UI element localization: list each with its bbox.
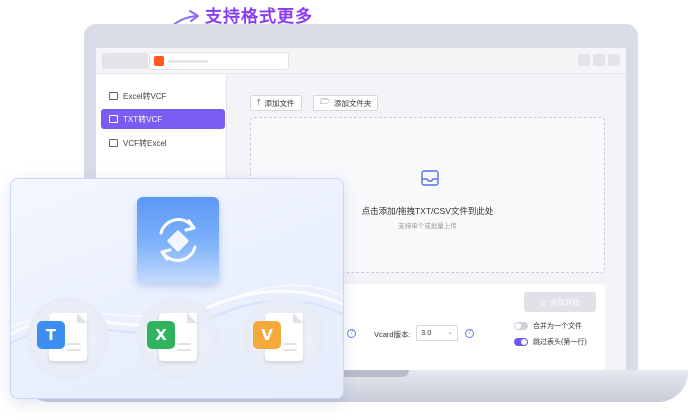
vcf-file-badge: V — [243, 297, 325, 379]
upload-icon: ⤒ — [257, 98, 261, 107]
skip-header-label: 跳过表头(第一行) — [533, 339, 587, 346]
add-file-label: 添加文件 — [264, 98, 295, 108]
skip-header-toggle[interactable] — [514, 338, 528, 346]
help-icon[interactable]: ? — [347, 329, 356, 338]
titlebar — [96, 48, 626, 74]
title-tab-text-placeholder — [168, 60, 208, 63]
add-folder-label: 添加文件夹 — [333, 98, 372, 108]
sidebar-item-txt-to-vcf[interactable]: TXT转VCF — [101, 109, 225, 129]
convert-icon — [109, 115, 118, 123]
app-icon — [154, 56, 164, 66]
close-button[interactable] — [608, 54, 620, 66]
sidebar-item-vcf-to-excel[interactable]: VCF转Excel — [101, 133, 225, 153]
sidebar-item-label: TXT转VCF — [123, 114, 163, 124]
title-tab[interactable] — [149, 52, 289, 70]
vcard-version-value: 3.0 — [421, 328, 432, 337]
start-all-button[interactable]: ⊙ 全部开始 — [524, 292, 596, 312]
sidebar-item-excel-to-vcf[interactable]: Excel转VCF — [101, 86, 225, 106]
inbox-tray-icon — [421, 170, 439, 186]
maximize-button[interactable] — [593, 54, 605, 66]
merge-toggle[interactable] — [514, 322, 528, 330]
sheet-line — [283, 349, 297, 351]
play-icon: ⊙ — [540, 297, 547, 307]
vcf-file-icon: V — [253, 321, 281, 349]
sheet-line — [283, 343, 297, 345]
excel-file-icon: X — [147, 321, 175, 349]
app-logo-placeholder — [102, 53, 148, 69]
sheet-line — [177, 349, 191, 351]
chevron-down-icon: ⌄ — [447, 329, 453, 336]
vcard-version-select[interactable]: 3.0 ⌄ — [416, 325, 458, 341]
txt-file-badge: T — [27, 297, 109, 379]
convert-icon — [109, 92, 118, 100]
promo-card: T X V — [10, 178, 344, 399]
add-file-button[interactable]: ⤒ 添加文件 — [250, 95, 302, 111]
sync-convert-icon — [159, 218, 197, 262]
txt-file-icon: T — [37, 321, 65, 349]
help-icon[interactable]: ? — [465, 329, 474, 338]
convert-icon — [109, 139, 118, 147]
start-all-label: 全部开始 — [549, 297, 580, 307]
folder-icon: 🗁 — [320, 97, 330, 106]
excel-file-badge: X — [137, 297, 219, 379]
minimize-button[interactable] — [578, 54, 590, 66]
merge-label: 合并为一个文件 — [533, 323, 582, 330]
sheet-line — [67, 343, 81, 345]
convert-badge — [137, 197, 219, 283]
vcard-version-label: Vcard版本: — [374, 330, 411, 339]
add-folder-button[interactable]: 🗁 添加文件夹 — [313, 95, 379, 111]
sidebar-item-label: Excel转VCF — [123, 91, 167, 101]
sheet-line — [177, 343, 191, 345]
sidebar-item-label: VCF转Excel — [123, 138, 167, 148]
sheet-line — [67, 349, 81, 351]
